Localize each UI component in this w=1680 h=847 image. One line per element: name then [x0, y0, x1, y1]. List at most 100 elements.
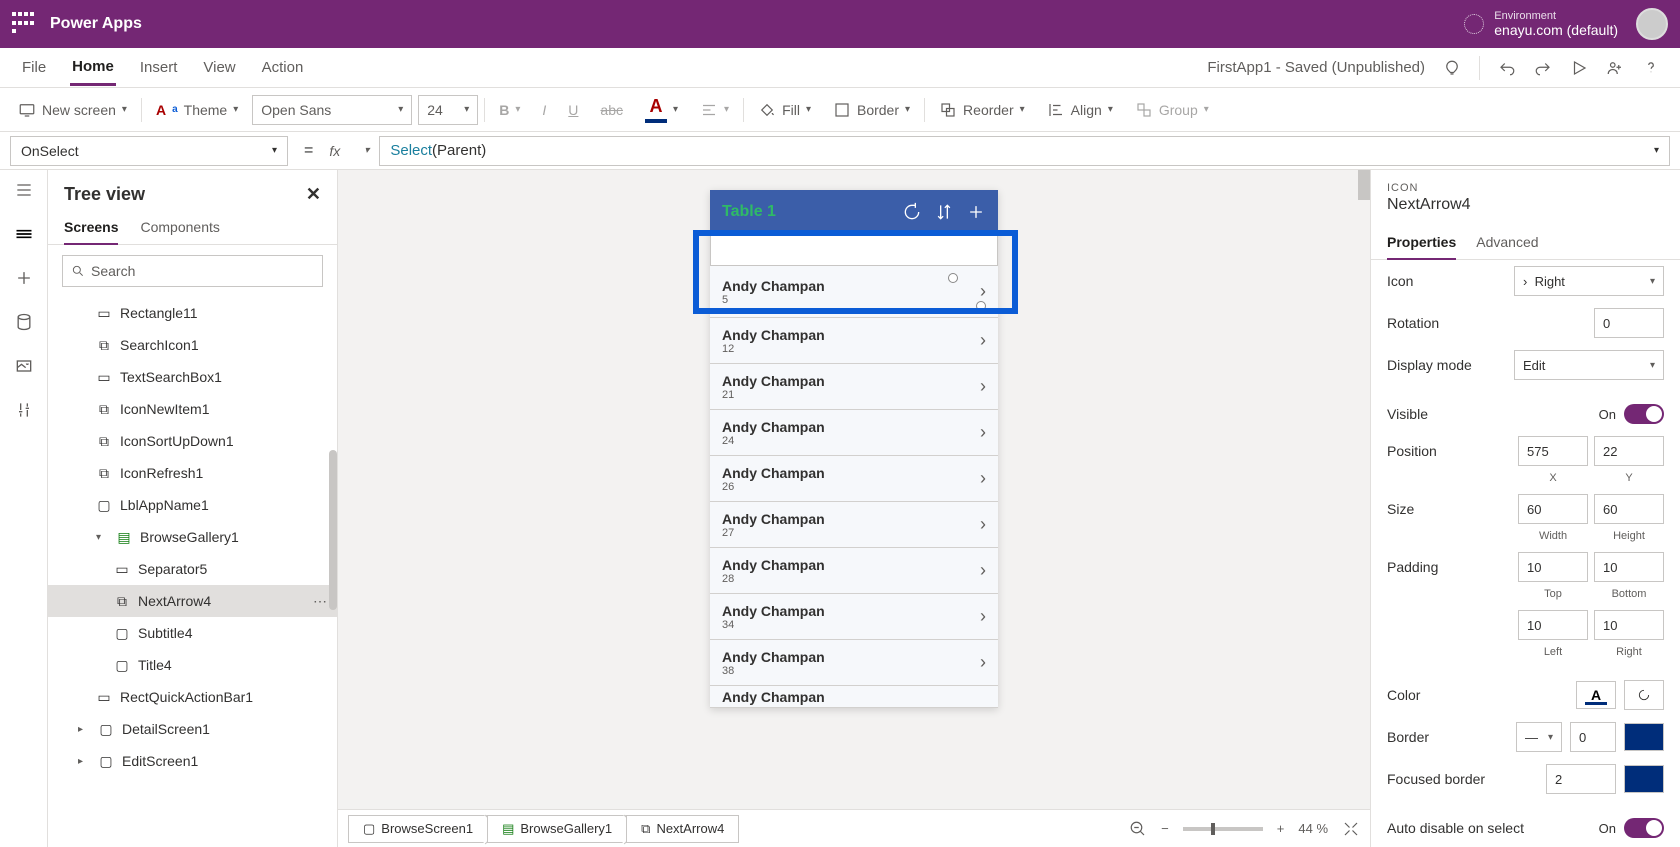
gallery-row[interactable]: Andy Champan24› [710, 410, 998, 456]
menu-action[interactable]: Action [260, 51, 306, 84]
undo-icon[interactable] [1498, 59, 1516, 77]
redo-icon[interactable] [1534, 59, 1552, 77]
height-input[interactable]: 60 [1594, 494, 1664, 524]
play-icon[interactable] [1570, 59, 1588, 77]
bold-button[interactable]: B▾ [491, 98, 528, 122]
breadcrumb-item[interactable]: ▢BrowseScreen1 [348, 815, 487, 843]
preview-search[interactable] [710, 234, 998, 266]
new-screen-button[interactable]: New screen▾ [10, 97, 135, 123]
scrollbar-thumb[interactable] [329, 450, 337, 610]
padding-bottom-input[interactable]: 10 [1594, 552, 1664, 582]
fx-label[interactable]: fx▾ [329, 143, 369, 159]
help-icon[interactable] [1642, 59, 1660, 77]
gallery-row[interactable]: Andy Champan21› [710, 364, 998, 410]
gallery-row[interactable]: Andy Champan26› [710, 456, 998, 502]
align-button[interactable]: Align▾ [1039, 97, 1121, 123]
breadcrumb-item[interactable]: ▤BrowseGallery1 [487, 815, 626, 843]
border-width-input[interactable]: 0 [1570, 722, 1616, 752]
color-sync-button[interactable] [1624, 680, 1664, 710]
tree-node[interactable]: ⧉SearchIcon1 [48, 329, 337, 361]
visible-toggle[interactable] [1624, 404, 1664, 424]
breadcrumb-item[interactable]: ⧉NextArrow4 [626, 815, 739, 843]
media-icon[interactable] [14, 356, 34, 376]
padding-top-input[interactable]: 10 [1518, 552, 1588, 582]
tree-view-icon[interactable] [14, 224, 34, 244]
tree-search-input[interactable]: Search [62, 255, 323, 287]
chevron-right-icon[interactable]: › [980, 376, 986, 397]
zoom-slider[interactable] [1183, 827, 1263, 831]
border-style-dropdown[interactable]: —▾ [1516, 722, 1562, 752]
chevron-right-icon[interactable]: › [980, 330, 986, 351]
tree-node[interactable]: ▸▢EditScreen1 [48, 745, 337, 777]
data-icon[interactable] [14, 312, 34, 332]
gallery-row[interactable]: Andy Champan38› [710, 640, 998, 686]
width-input[interactable]: 60 [1518, 494, 1588, 524]
icon-dropdown[interactable]: › Right▾ [1514, 266, 1664, 296]
strike-button[interactable]: abc [592, 98, 631, 122]
tree-node[interactable]: ▢Title4 [48, 649, 337, 681]
chevron-right-icon[interactable]: › [980, 468, 986, 489]
chevron-right-icon[interactable]: › [980, 560, 986, 581]
autodisable-toggle[interactable] [1624, 818, 1664, 838]
padding-left-input[interactable]: 10 [1518, 610, 1588, 640]
chevron-right-icon[interactable]: › [980, 514, 986, 535]
menu-home[interactable]: Home [70, 50, 116, 86]
user-avatar[interactable] [1636, 8, 1668, 40]
focused-border-swatch[interactable] [1624, 765, 1664, 793]
tree-node[interactable]: ▭Rectangle11 [48, 297, 337, 329]
environment-switcher[interactable]: Environment enayu.com (default) [1464, 10, 1618, 38]
tree-node[interactable]: ▢LblAppName1 [48, 489, 337, 521]
gallery-row[interactable]: Andy Champan34› [710, 594, 998, 640]
tree-node[interactable]: ⧉IconNewItem1 [48, 393, 337, 425]
gallery-row[interactable]: Andy Champan5 › [710, 266, 998, 318]
theme-button[interactable]: Aa Theme▾ [148, 98, 246, 122]
menu-file[interactable]: File [20, 51, 48, 84]
tree-node[interactable]: ⧉IconSortUpDown1 [48, 425, 337, 457]
display-mode-dropdown[interactable]: Edit▾ [1514, 350, 1664, 380]
chevron-right-icon[interactable]: › [980, 281, 986, 302]
font-size-input[interactable]: 24 ▾ [418, 95, 478, 125]
gallery-row[interactable]: Andy Champan27› [710, 502, 998, 548]
zoom-out-icon[interactable] [1129, 820, 1147, 838]
group-button[interactable]: Group▾ [1127, 97, 1217, 123]
position-x-input[interactable]: 575 [1518, 436, 1588, 466]
tools-icon[interactable] [14, 400, 34, 420]
underline-button[interactable]: U [560, 98, 586, 122]
refresh-icon[interactable] [902, 202, 922, 222]
add-icon[interactable] [966, 202, 986, 222]
menu-insert[interactable]: Insert [138, 51, 180, 84]
tab-advanced[interactable]: Advanced [1476, 226, 1538, 259]
chevron-right-icon[interactable]: › [980, 422, 986, 443]
gallery-row[interactable]: Andy Champan [710, 686, 998, 708]
position-y-input[interactable]: 22 [1594, 436, 1664, 466]
tab-components[interactable]: Components [140, 211, 219, 244]
font-name-input[interactable]: Open Sans ▾ [252, 95, 412, 125]
italic-button[interactable]: I [534, 98, 554, 122]
formula-input[interactable]: Select(Parent) ▾ [379, 136, 1670, 166]
fill-button[interactable]: Fill▾ [750, 97, 819, 123]
chevron-right-icon[interactable]: › [980, 606, 986, 627]
gallery-row[interactable]: Andy Champan28› [710, 548, 998, 594]
gallery-row[interactable]: Andy Champan12› [710, 318, 998, 364]
share-icon[interactable] [1606, 59, 1624, 77]
tree-node[interactable]: ▭Separator5 [48, 553, 337, 585]
rotation-input[interactable]: 0 [1594, 308, 1664, 338]
tree-node[interactable]: ▾▤BrowseGallery1 [48, 521, 337, 553]
menu-view[interactable]: View [201, 51, 237, 84]
hamburger-icon[interactable] [14, 180, 34, 200]
tree-node[interactable]: ▭TextSearchBox1 [48, 361, 337, 393]
focused-border-input[interactable]: 2 [1546, 764, 1616, 794]
sort-icon[interactable] [934, 202, 954, 222]
zoom-plus[interactable]: + [1277, 821, 1285, 836]
tree-node[interactable]: ▢Subtitle4 [48, 617, 337, 649]
color-picker[interactable]: A [1576, 681, 1616, 709]
waffle-icon[interactable] [12, 12, 36, 36]
app-checker-icon[interactable] [1443, 59, 1461, 77]
property-dropdown[interactable]: OnSelect▾ [10, 136, 288, 166]
tree-node[interactable]: ⧉IconRefresh1 [48, 457, 337, 489]
insert-icon[interactable] [14, 268, 34, 288]
padding-right-input[interactable]: 10 [1594, 610, 1664, 640]
border-color-swatch[interactable] [1624, 723, 1664, 751]
tab-properties[interactable]: Properties [1387, 226, 1456, 260]
border-button[interactable]: Border▾ [825, 97, 918, 123]
